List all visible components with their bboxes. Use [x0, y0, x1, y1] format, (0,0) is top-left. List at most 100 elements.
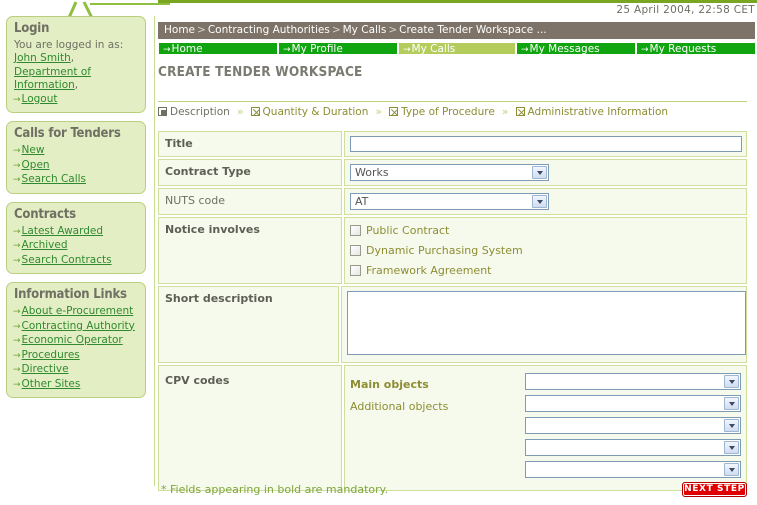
sidebar-item-directive[interactable]: →Directive [11, 363, 141, 378]
cpv-additional-object-select-4[interactable] [525, 461, 741, 478]
arrow-icon: → [13, 379, 21, 390]
arrow-icon: → [13, 307, 21, 317]
step-separator: » [236, 105, 244, 118]
arrow-icon: → [13, 175, 21, 185]
sidebar-item-label[interactable]: Latest Awarded [22, 225, 104, 237]
x-box-icon [389, 107, 399, 116]
field-contract-type: Works [344, 159, 747, 186]
nav-tab-home[interactable]: →Home [158, 42, 278, 55]
sidebar-item-label[interactable]: Contracting Authority [22, 320, 135, 332]
arrow-icon: → [13, 94, 21, 105]
breadcrumb-item-my-calls[interactable]: My Calls [343, 24, 387, 36]
step-description[interactable]: Description [158, 105, 230, 119]
checkbox-row-framework-agreement[interactable]: Framework Agreement [350, 264, 746, 277]
sidebar-item-procedures[interactable]: →Procedures [11, 349, 141, 364]
next-step-button[interactable]: NEXT STEP [682, 482, 747, 497]
mandatory-note: * Fields appearing in bold are mandatory… [161, 483, 389, 496]
cpv-additional-object-select-1[interactable] [525, 395, 741, 412]
breadcrumb-item-contracting-authorities[interactable]: Contracting Authorities [208, 24, 330, 36]
step-administrative-information[interactable]: Administrative Information [515, 105, 668, 119]
label-contract-type: Contract Type [158, 159, 342, 186]
sidebar-item-search-calls[interactable]: →Search Calls [11, 173, 141, 188]
sidebar-item-label[interactable]: Directive [22, 363, 69, 375]
nav-tab-my-calls[interactable]: →My Calls [398, 42, 516, 55]
sidebar-item-label[interactable]: Open [22, 159, 50, 171]
contract-type-value: Works [355, 166, 389, 179]
arrow-icon: → [13, 350, 21, 361]
sidebar-panel-information-links: Information Links →About e-Procurement →… [6, 282, 146, 398]
sidebar-item-logout[interactable]: →Logout [11, 93, 141, 108]
sidebar-item-label[interactable]: Archived [22, 239, 68, 251]
checkbox-label: Dynamic Purchasing System [366, 244, 523, 257]
cpv-additional-object-select-3[interactable] [525, 439, 741, 456]
step-type-of-procedure[interactable]: Type of Procedure [389, 105, 495, 119]
sidebar-user-link[interactable]: John Smith [14, 52, 71, 64]
breadcrumb-item-home[interactable]: Home [164, 24, 195, 36]
step-separator: » [375, 105, 383, 118]
breadcrumb-separator: > [331, 24, 341, 36]
breadcrumb-separator: > [197, 24, 206, 36]
checkbox-framework-agreement[interactable] [350, 265, 361, 276]
label-nuts-code: NUTS code [158, 188, 342, 215]
form-row-nuts-code: NUTS code AT [158, 188, 747, 215]
nav-tab-bar: →Home →My Profile →My Calls →My Messages… [158, 42, 757, 55]
checkbox-row-public-contract[interactable]: Public Contract [350, 224, 746, 237]
sidebar-item-new[interactable]: →New [11, 144, 141, 159]
sidebar-login-title: Login [14, 21, 50, 36]
checkbox-dynamic-purchasing-system[interactable] [350, 245, 361, 256]
nav-tab-label: My Messages [529, 43, 600, 55]
arrow-icon: → [13, 336, 21, 346]
chevron-down-icon[interactable] [724, 419, 739, 432]
cpv-additional-object-select-2[interactable] [525, 417, 741, 434]
vertical-divider [154, 16, 155, 486]
short-description-textarea[interactable] [347, 291, 746, 355]
checkbox-public-contract[interactable] [350, 225, 361, 236]
nav-tab-label: My Profile [291, 43, 343, 55]
step-separator: » [501, 105, 509, 118]
cpv-main-object-select[interactable] [525, 373, 741, 390]
sidebar-item-label[interactable]: Other Sites [22, 378, 81, 390]
sidebar-item-label[interactable]: Search Contracts [22, 254, 112, 266]
form-row-cpv-codes: CPV codes Main objects Additional object… [158, 365, 747, 491]
sidebar-item-label[interactable]: Search Calls [22, 173, 86, 185]
sidebar-item-about-eprocurement[interactable]: →About e-Procurement [11, 305, 141, 320]
nuts-code-value: AT [355, 195, 369, 208]
cpv-label-column: Main objects Additional objects [350, 373, 525, 483]
nav-tab-my-requests[interactable]: →My Requests [636, 42, 756, 55]
sidebar-item-search-contracts[interactable]: →Search Contracts [11, 254, 141, 269]
sidebar-item-other-sites[interactable]: →Other Sites [11, 378, 141, 393]
chevron-down-icon[interactable] [532, 195, 547, 208]
sidebar-user-comma: , [70, 52, 75, 64]
step-quantity-duration[interactable]: Quantity & Duration [250, 105, 369, 119]
sidebar-logout-label[interactable]: Logout [22, 93, 58, 105]
nuts-code-select[interactable]: AT [350, 193, 549, 210]
sidebar-item-economic-operator[interactable]: →Economic Operator [11, 334, 141, 349]
chevron-down-icon[interactable] [532, 166, 547, 179]
sidebar-item-open[interactable]: →Open [11, 159, 141, 174]
sidebar-org-link[interactable]: Department of Information [14, 66, 91, 92]
sidebar-item-label[interactable]: New [22, 144, 45, 156]
chevron-down-icon[interactable] [724, 463, 739, 476]
contract-type-select[interactable]: Works [350, 164, 549, 181]
sidebar-org-comma: , [74, 79, 79, 91]
sidebar-item-label[interactable]: Procedures [22, 349, 80, 361]
nav-tab-label: My Calls [411, 43, 456, 55]
nav-tab-my-profile[interactable]: →My Profile [278, 42, 398, 55]
chevron-down-icon[interactable] [724, 397, 739, 410]
field-nuts-code: AT [344, 188, 747, 215]
step-label: Quantity & Duration [262, 106, 369, 118]
label-short-description: Short description [158, 286, 339, 363]
chevron-down-icon[interactable] [724, 375, 739, 388]
checkbox-label: Framework Agreement [366, 264, 492, 277]
cpv-select-column [525, 373, 746, 483]
nav-tab-my-messages[interactable]: →My Messages [516, 42, 636, 55]
sidebar-item-latest-awarded[interactable]: →Latest Awarded [11, 225, 141, 240]
sidebar-item-label[interactable]: About e-Procurement [22, 305, 134, 317]
x-box-icon [250, 107, 260, 116]
checkbox-row-dynamic-purchasing-system[interactable]: Dynamic Purchasing System [350, 244, 746, 257]
chevron-down-icon[interactable] [724, 441, 739, 454]
sidebar-item-archived[interactable]: →Archived [11, 239, 141, 254]
title-input[interactable] [350, 136, 742, 152]
sidebar-item-contracting-authority[interactable]: →Contracting Authority [11, 320, 141, 335]
sidebar-item-label[interactable]: Economic Operator [22, 334, 123, 346]
